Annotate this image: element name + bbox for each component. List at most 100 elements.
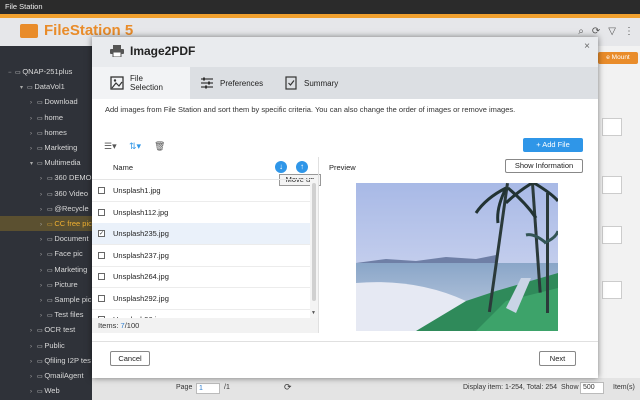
sidebar-folder-item[interactable]: › ▭ Picture <box>0 277 92 292</box>
sidebar-folder-item[interactable]: ▾ ▭ Multimedia <box>0 155 92 170</box>
filter-icon[interactable]: ▽ <box>608 26 616 37</box>
file-name: Unsplash292.jpg <box>113 293 169 303</box>
file-checkbox[interactable] <box>98 294 105 302</box>
folder-label: Test files <box>54 310 84 320</box>
sidebar-folder-item[interactable]: › ▭ Public <box>0 338 92 353</box>
sidebar-folder-item[interactable]: › ▭ QmailAgent <box>0 368 92 383</box>
file-checkbox[interactable] <box>98 187 105 194</box>
folder-label: 360 Video <box>54 188 88 198</box>
mount-button[interactable]: e Mount <box>598 52 638 64</box>
step-preferences[interactable]: Preferences <box>200 67 263 99</box>
page-input[interactable]: 1 <box>196 383 220 394</box>
folder-label: Marketing <box>44 143 78 152</box>
sidebar-folder-item[interactable]: › ▭ Test files <box>0 307 92 322</box>
thumbnail[interactable] <box>602 226 622 244</box>
sidebar-folder-item[interactable]: ▾ ▭ DataVol1 <box>0 79 92 94</box>
step-label: File Selection <box>130 74 163 92</box>
sort-icon[interactable]: ⇅▾ <box>129 141 141 152</box>
file-name: Unsplash237.jpg <box>113 250 169 260</box>
folder-label: homes <box>44 127 67 137</box>
file-row[interactable]: ✓ Unsplash235.jpg <box>92 223 310 245</box>
search-icon[interactable]: ⌕ <box>578 26 584 37</box>
folder-label: Multimedia <box>44 158 81 168</box>
close-icon[interactable]: × <box>584 41 590 52</box>
show-label: Show <box>561 384 579 391</box>
items-count-label: Items: <box>98 321 119 330</box>
wizard-steps: File Selection Preferences Summary <box>92 67 598 99</box>
file-row[interactable]: Unsplash96.jpg <box>92 309 310 318</box>
step-summary[interactable]: Summary <box>284 67 338 99</box>
folder-label: Picture <box>54 279 78 289</box>
next-button[interactable]: Next <box>539 351 576 366</box>
folder-label: DataVol1 <box>34 82 65 92</box>
sidebar-folder-item[interactable]: › ▭ CC free pic <box>0 216 92 231</box>
folder-tree: − ▭ QNAP-251plus ▾ ▭ DataVol1 › ▭ Download › ▭ … <box>0 46 92 400</box>
refresh-icon[interactable]: ⟳ <box>592 26 600 37</box>
sidebar-folder-item[interactable]: › ▭ Document <box>0 231 92 246</box>
display-info: Display item: 1-254, Total: 254 <box>463 384 558 391</box>
thumbnail[interactable] <box>602 176 622 194</box>
sidebar-folder-item[interactable]: › ▭ @Recycle <box>0 201 92 216</box>
folder-label: QNAP-251plus <box>22 67 73 76</box>
sidebar-folder-item[interactable]: › ▭ 360 Video <box>0 186 92 201</box>
sidebar-folder-item[interactable]: › ▭ 360 DEMO <box>0 170 92 185</box>
sidebar-folder-item[interactable]: › ▭ Marketing <box>0 140 92 155</box>
printer-icon <box>110 45 124 57</box>
file-name: Unsplash112.jpg <box>113 207 169 217</box>
folder-label: @Recycle <box>54 203 89 213</box>
list-view-icon[interactable]: ☰▾ <box>104 141 117 152</box>
cancel-button[interactable]: Cancel <box>110 351 150 366</box>
scrollbar-thumb[interactable] <box>312 183 316 301</box>
show-select[interactable]: 500 <box>580 382 604 394</box>
sidebar-folder-item[interactable]: › ▭ OCR test <box>0 322 92 337</box>
filestation-logo-icon <box>20 24 38 38</box>
folder-label: home <box>44 112 64 122</box>
checklist-icon <box>285 76 297 90</box>
dialog-title: Image2PDF <box>130 44 196 58</box>
pane-divider <box>318 157 319 333</box>
trash-icon[interactable]: 🗑 <box>154 141 165 152</box>
items-count: Items: 7/100 <box>92 318 318 333</box>
folder-label: Sample pic <box>54 295 92 304</box>
refresh-icon[interactable]: ⟳ <box>284 382 292 393</box>
file-checkbox[interactable] <box>98 251 105 259</box>
show-information-button[interactable]: Show Information <box>505 159 583 173</box>
sidebar-folder-item[interactable]: › ▭ Marketing <box>0 262 92 277</box>
thumbnail[interactable] <box>602 281 622 299</box>
tree-arrow-icon[interactable]: › <box>30 385 37 400</box>
sidebar-folder-item[interactable]: › ▭ home <box>0 110 92 125</box>
file-row[interactable]: Unsplash112.jpg <box>92 202 310 224</box>
list-scrollbar[interactable]: ▼ <box>310 179 318 318</box>
header-icons: ⌕ ⟳ ▽ ⋮ <box>578 26 634 37</box>
sidebar-folder-item[interactable]: › ▭ Face pic <box>0 246 92 261</box>
sidebar-folder-item[interactable]: › ▭ Sample pic <box>0 292 92 307</box>
scroll-down-icon[interactable]: ▼ <box>311 310 316 316</box>
folder-label: Document <box>54 234 89 244</box>
file-row[interactable]: Unsplash292.jpg <box>92 288 310 310</box>
page-total: /1 <box>224 384 230 391</box>
file-list: Unsplash1.jpg Unsplash112.jpg ✓ Unsplash235… <box>92 179 318 318</box>
step-label: Summary <box>304 78 339 88</box>
more-icon[interactable]: ⋮ <box>624 26 634 37</box>
sidebar-folder-item[interactable]: › ▭ homes <box>0 125 92 140</box>
file-name: Unsplash264.jpg <box>113 272 169 281</box>
move-down-button[interactable]: ↓ <box>275 161 287 173</box>
step-file-selection[interactable]: File Selection <box>92 67 190 99</box>
file-row[interactable]: Unsplash264.jpg <box>92 266 310 288</box>
file-row[interactable]: Unsplash1.jpg <box>92 180 310 202</box>
background-thumbnails <box>598 46 640 400</box>
file-checkbox[interactable] <box>98 273 105 280</box>
thumbnail[interactable] <box>602 118 622 136</box>
add-file-button[interactable]: + Add File <box>523 138 583 152</box>
sidebar-folder-item[interactable]: − ▭ QNAP-251plus <box>0 64 92 79</box>
file-row[interactable]: Unsplash237.jpg <box>92 245 310 267</box>
file-checkbox[interactable]: ✓ <box>98 230 105 237</box>
folder-label: CC free pic <box>54 219 92 228</box>
move-up-button[interactable]: ↑ <box>296 161 308 173</box>
sidebar-folder-item[interactable]: › ▭ Qfiling I2P tes <box>0 353 92 368</box>
sliders-icon <box>201 77 213 89</box>
file-checkbox[interactable] <box>98 208 105 216</box>
sidebar-folder-item[interactable]: › ▭ Web <box>0 383 92 398</box>
folder-label: 360 DEMO <box>54 173 92 183</box>
sidebar-folder-item[interactable]: › ▭ Download <box>0 94 92 109</box>
